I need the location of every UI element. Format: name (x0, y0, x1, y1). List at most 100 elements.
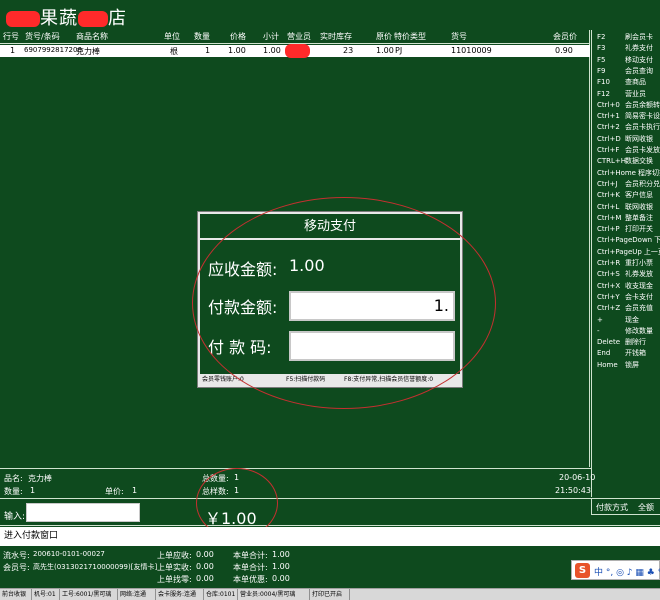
prev-change-label: 上单找零: (157, 575, 192, 584)
payment-mode-value: 全额 (638, 503, 654, 512)
shortcut-item[interactable]: Ctrl+1 简易密卡设置 (597, 111, 660, 121)
shortcut-item[interactable]: Ctrl+J 会员积分兑换 (597, 179, 660, 189)
shortcut-item[interactable]: Ctrl+PageDown下一页 (597, 235, 660, 245)
shortcut-item[interactable]: Ctrl+D 断网收银 (597, 134, 653, 144)
payment-code-label: 付 款 码: (208, 338, 272, 357)
input-label: 输入: (4, 512, 26, 522)
shortcut-item[interactable]: Ctrl+L 联网收银 (597, 202, 653, 212)
cell-original-price: 1.00 (376, 46, 394, 55)
shortcut-item[interactable]: Home 锁屏 (597, 360, 639, 370)
unit-price-label: 单价: (105, 487, 124, 496)
shortcut-item[interactable]: Ctrl+X 收支现金 (597, 281, 653, 291)
shortcut-item[interactable]: Ctrl+Home程序切换 (597, 168, 660, 178)
col-header: 商品名称 (76, 32, 108, 41)
shortcut-label: 删除行 (625, 338, 646, 347)
status-clerk: 营业员:0004/黑可璃 (238, 589, 310, 600)
shortcut-label: 会员卡发放 (625, 146, 660, 154)
status-printer: 打印已开启 (310, 589, 350, 600)
shortcut-label: 数据交换 (625, 157, 653, 166)
cur-sum-value: 1.00 (272, 562, 290, 571)
payment-mode[interactable]: 付款方式 全额 (591, 499, 660, 515)
shortcut-item[interactable]: Ctrl+R 重打小票 (597, 258, 653, 268)
payment-amount-input[interactable]: 1. (289, 291, 455, 321)
shortcut-label: 移动支付 (625, 55, 653, 64)
shortcut-key: Ctrl+X (597, 281, 621, 290)
mobile-payment-dialog: 移动支付 应收金额: 1.00 付款金额: 1. 付 款 码: 会员零钱账户:0… (197, 211, 463, 388)
shortcut-item[interactable]: F10 查商品 (597, 77, 646, 87)
store-title-part: 店 (108, 8, 127, 29)
shortcut-key: F9 (597, 66, 606, 75)
product-name-label: 品名: (4, 474, 23, 483)
payment-code-input[interactable] (289, 331, 455, 361)
shortcut-item[interactable]: F12 营业员 (597, 89, 646, 99)
cur-discount-label: 本单优惠: (233, 575, 268, 584)
cell-item-no: 11010009 (451, 46, 492, 55)
table-row[interactable]: 1 6907992817200 克力棒 根 1 1.00 1.00 23 1.0… (0, 44, 590, 58)
total-sku-label: 总样数: (202, 487, 229, 496)
shortcut-key: Ctrl+0 (597, 100, 620, 109)
cur-total-label: 本单合计: (233, 551, 268, 560)
shortcut-item[interactable]: Ctrl+2 会员卡执行 (597, 122, 660, 132)
shortcut-key: - (597, 326, 600, 335)
sogou-logo-icon: S (575, 563, 590, 578)
shortcut-item[interactable]: Ctrl+Y 会卡支付 (597, 292, 653, 302)
member-value: 高先生(0313021710000099)[友情卡] (33, 563, 158, 571)
date: 20-06-10 (559, 473, 596, 482)
shortcut-item[interactable]: Ctrl+PageUp上一页 (597, 247, 660, 257)
shortcut-item[interactable]: Ctrl+P 打印开关 (597, 224, 653, 234)
store-title: 果蔬 店 (6, 4, 127, 30)
time: 21:50:43 (555, 486, 591, 495)
shortcut-label: 打印开关 (625, 225, 653, 234)
redacted-mark (78, 11, 108, 27)
shortcut-item[interactable]: F3 礼券支付 (597, 43, 653, 53)
shortcut-item[interactable]: Ctrl+F 会员卡发放 (597, 145, 660, 155)
title-bar: 果蔬 店 (0, 0, 660, 30)
col-header: 实时库存 (320, 32, 352, 41)
col-header: 小计 (263, 32, 279, 41)
shortcut-item[interactable]: Ctrl+0 会员余额转账 (597, 100, 660, 110)
shortcut-item[interactable]: End 开钱箱 (597, 348, 646, 358)
shortcut-label: 程序切换 (638, 168, 660, 177)
shortcut-item[interactable]: Ctrl+Z 会员充值 (597, 303, 653, 313)
shortcut-key: Ctrl+M (597, 213, 622, 222)
scan-code-hint: F5:扫描付款码 (286, 376, 326, 383)
shortcut-item[interactable]: CTRL+H数据交换 (597, 156, 653, 166)
shortcut-label: 查商品 (625, 78, 646, 87)
cell-subtotal: 1.00 (263, 46, 281, 55)
shortcut-key: F5 (597, 55, 606, 64)
shortcut-item[interactable]: Ctrl+M 整单备注 (597, 213, 653, 223)
status-mode: 前台收银 (0, 589, 32, 600)
shortcut-item[interactable]: + 现金 (597, 315, 639, 325)
shortcut-item[interactable]: F9 会员查询 (597, 66, 653, 76)
ime-toolbar[interactable]: S 中 °, ◎ ♪ ▦ ♣ ✎ (571, 560, 660, 580)
scan-input[interactable] (26, 503, 140, 522)
prev-paid-label: 上单实收: (157, 563, 192, 572)
shortcut-key: F10 (597, 78, 610, 87)
shortcut-label: 下一页 (654, 236, 660, 245)
total-qty-label: 总数量: (202, 474, 229, 483)
member-change-balance: 会员零钱账户:0 (202, 376, 244, 383)
cur-sum-label: 本单合计: (233, 563, 268, 572)
shortcut-label: 整单备注 (625, 213, 653, 222)
cell-clerk (285, 44, 310, 58)
shortcut-key: F3 (597, 44, 606, 53)
cell-name: 克力棒 (76, 47, 100, 56)
shortcut-item[interactable]: F2 刷会员卡 (597, 32, 653, 42)
col-header: 货号/条码 (25, 32, 60, 41)
shortcut-item[interactable]: Delete 删除行 (597, 337, 646, 347)
product-info-area: 品名: 克力棒 数量: 1 单价: 1 总数量: 1 总样数: 1 20-06-… (0, 468, 595, 498)
shortcut-item[interactable]: Ctrl+K 客户信息 (597, 190, 653, 200)
shortcut-item[interactable]: - 修改数量 (597, 326, 653, 336)
shortcut-item[interactable]: F5 移动支付 (597, 55, 653, 65)
shortcut-key: End (597, 349, 611, 358)
shortcut-label: 修改数量 (625, 326, 653, 335)
store-title-part: 果蔬 (40, 8, 78, 29)
total-qty-value: 1 (234, 473, 240, 482)
shortcut-item[interactable]: Ctrl+S 礼券发放 (597, 269, 653, 279)
amount-due-value: 1.00 (289, 256, 325, 275)
shortcut-key: Delete (597, 338, 620, 347)
shortcut-label: 营业员 (625, 89, 646, 98)
payment-mode-label: 付款方式 (596, 503, 628, 512)
status-warehouse: 仓库:0101 (204, 589, 238, 600)
shortcut-key: Ctrl+L (597, 202, 620, 211)
